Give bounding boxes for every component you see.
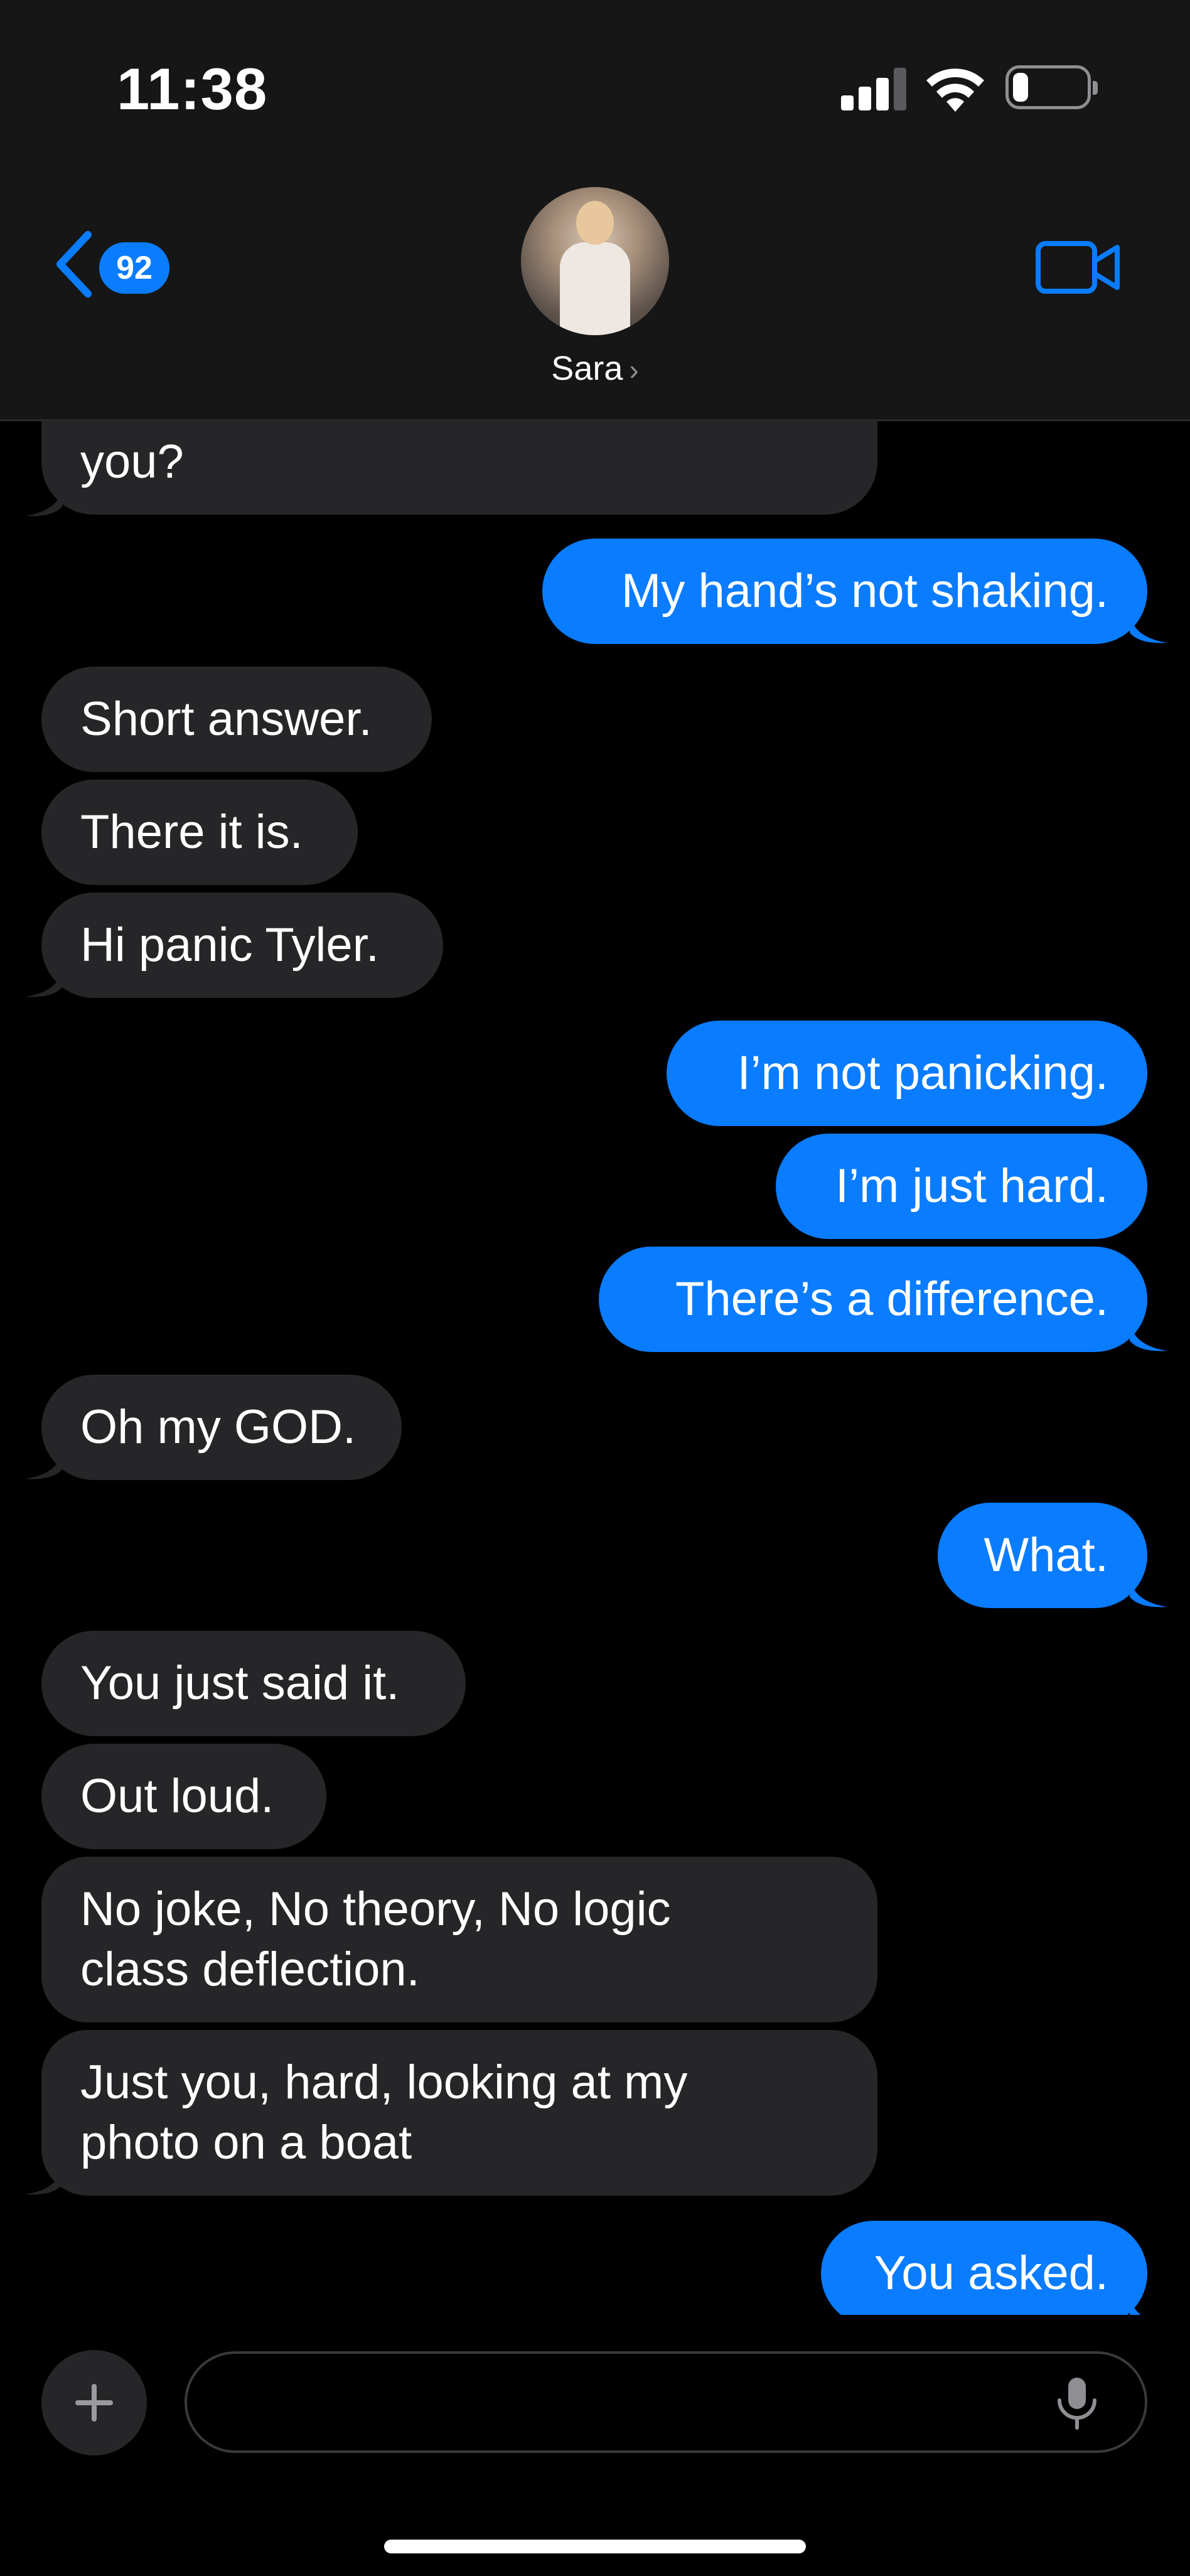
- message-composer: [0, 2315, 1190, 2576]
- message-bubble-incoming[interactable]: Out loud.: [41, 1744, 326, 1849]
- message-text: I’m not panicking.: [737, 1046, 1108, 1100]
- status-time: 11:38: [117, 56, 268, 122]
- bubble-tail: [1130, 611, 1167, 643]
- message-bubble-incoming[interactable]: There it is.: [41, 780, 358, 885]
- message-text: you?: [80, 435, 184, 488]
- message-bubble-incoming[interactable]: Just you, hard, looking at my photo on a…: [41, 2030, 877, 2196]
- message-text: Oh my GOD.: [80, 1400, 356, 1454]
- video-camera-icon[interactable]: [1034, 237, 1122, 298]
- message-text: Short answer.: [80, 692, 372, 746]
- cellular-signal-icon: [841, 68, 906, 110]
- bubble-tail: [1130, 1319, 1167, 1351]
- message-bubble-outgoing[interactable]: There’s a difference.: [599, 1247, 1147, 1352]
- message-bubble-outgoing[interactable]: What.: [938, 1503, 1147, 1608]
- message-text: Out loud.: [80, 1769, 274, 1823]
- message-text: You just said it.: [80, 1656, 400, 1710]
- message-text: I’m just hard.: [835, 1159, 1108, 1213]
- contact-avatar[interactable]: [521, 187, 669, 335]
- contact-name: Sara: [551, 350, 623, 387]
- message-input[interactable]: [185, 2351, 1147, 2453]
- message-bubble-incoming[interactable]: Hi panic Tyler.: [41, 893, 443, 998]
- plus-icon[interactable]: [41, 2350, 147, 2455]
- message-text: Hi panic Tyler.: [80, 918, 379, 972]
- chevron-left-icon: [56, 231, 92, 298]
- message-text: What.: [984, 1528, 1109, 1582]
- bubble-tail: [25, 2163, 63, 2195]
- message-bubble-outgoing[interactable]: You asked.: [821, 2221, 1147, 2326]
- contact-name-button[interactable]: Sara ›: [502, 349, 688, 388]
- message-bubble-outgoing[interactable]: My hand’s not shaking.: [542, 539, 1147, 644]
- message-text: My hand’s not shaking.: [621, 564, 1108, 618]
- message-text: No joke, No theory, No logic class defle…: [80, 1882, 671, 1996]
- chevron-right-icon: ›: [629, 353, 639, 386]
- bubble-tail: [1130, 1575, 1167, 1607]
- message-bubble-incoming[interactable]: Short answer.: [41, 667, 432, 772]
- message-text: There’s a difference.: [675, 1272, 1108, 1326]
- message-bubble-outgoing[interactable]: I’m not panicking.: [667, 1021, 1147, 1126]
- message-bubble-incoming[interactable]: You just said it.: [41, 1631, 466, 1736]
- message-bubble-incoming[interactable]: Oh my GOD.: [41, 1375, 402, 1480]
- message-text: There it is.: [80, 805, 303, 859]
- message-text: You asked.: [874, 2246, 1108, 2300]
- message-text: Just you, hard, looking at my photo on a…: [80, 2056, 688, 2169]
- bubble-tail: [25, 485, 63, 517]
- battery-icon: [1005, 65, 1098, 109]
- microphone-icon[interactable]: [1052, 2375, 1102, 2432]
- bubble-tail: [25, 965, 63, 997]
- conversation-header: 11:38 92 Sara ›: [0, 0, 1190, 421]
- bubble-tail: [25, 1447, 63, 1479]
- message-bubble-incoming[interactable]: No joke, No theory, No logic class defle…: [41, 1857, 877, 2022]
- message-bubble-outgoing[interactable]: I’m just hard.: [776, 1134, 1147, 1239]
- home-indicator: [384, 2540, 806, 2553]
- back-button[interactable]: 92: [44, 226, 176, 301]
- wifi-icon: [926, 68, 984, 112]
- unread-count-badge: 92: [99, 242, 169, 294]
